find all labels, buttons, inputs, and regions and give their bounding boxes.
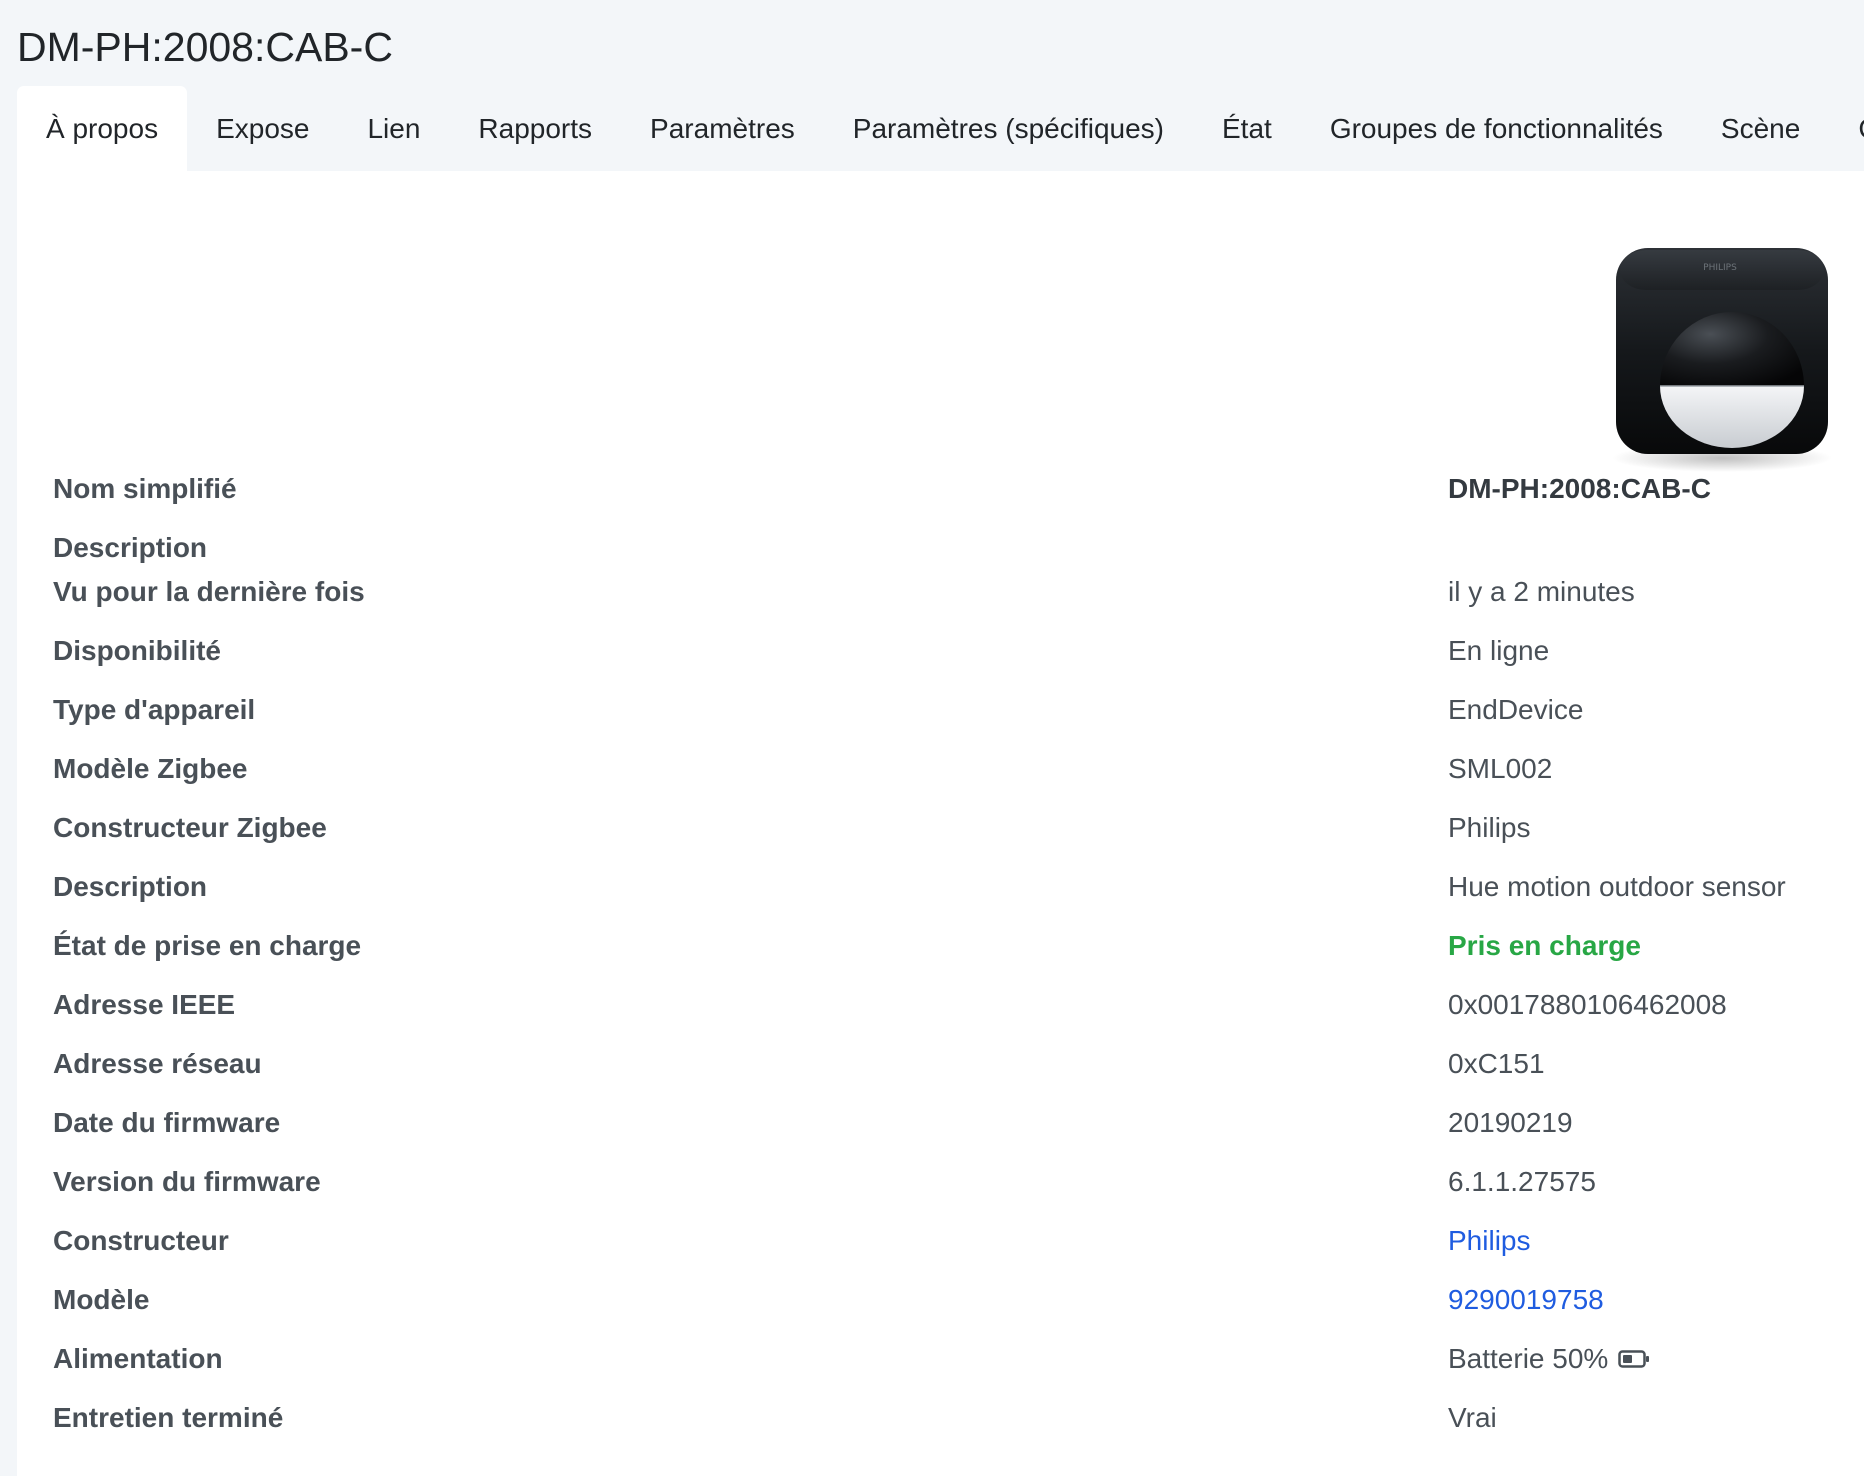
detail-label: Version du firmware: [53, 1166, 321, 1197]
detail-label: Modèle: [53, 1284, 150, 1315]
detail-row-nom-simplifie: Nom simplifié DM-PH:2008:CAB-C: [53, 469, 1853, 509]
detail-label: Modèle Zigbee: [53, 753, 248, 784]
detail-row-adresse-ieee: Adresse IEEE 0x0017880106462008: [53, 985, 1853, 1025]
tab-etat[interactable]: État: [1193, 86, 1301, 171]
tab-overflow-partial[interactable]: C: [1829, 86, 1864, 171]
detail-value: 0x0017880106462008: [1448, 989, 1727, 1020]
detail-row-alimentation: Alimentation Batterie 50%: [53, 1339, 1853, 1379]
detail-value: SML002: [1448, 753, 1553, 784]
detail-value: 6.1.1.27575: [1448, 1166, 1596, 1197]
tab-rapports[interactable]: Rapports: [449, 86, 621, 171]
detail-row-constructeur-zigbee: Constructeur Zigbee Philips: [53, 808, 1853, 848]
model-link[interactable]: 9290019758: [1448, 1280, 1604, 1320]
detail-label: Nom simplifié: [53, 473, 237, 504]
detail-label: Date du firmware: [53, 1107, 281, 1138]
detail-value: Vrai: [1448, 1402, 1497, 1433]
detail-row-modele: Modèle 9290019758: [53, 1280, 1853, 1320]
tab-expose[interactable]: Expose: [187, 86, 338, 171]
tab-bar: À propos Expose Lien Rapports Paramètres…: [17, 86, 1864, 171]
vendor-link[interactable]: Philips: [1448, 1221, 1530, 1261]
detail-label: Description: [53, 871, 208, 902]
page-title: DM-PH:2008:CAB-C: [17, 24, 393, 70]
detail-value: Philips: [1448, 812, 1531, 843]
detail-value: 20190219: [1448, 1107, 1573, 1138]
detail-row-description: Description: [53, 528, 1853, 568]
detail-value: il y a 2 minutes: [1448, 576, 1635, 607]
detail-value: Hue motion outdoor sensor: [1448, 871, 1786, 902]
device-info-panel: PHILIPS Nom simplifié DM-PH:2008:CAB-C D…: [17, 171, 1864, 1476]
detail-row-version-firmware: Version du firmware 6.1.1.27575: [53, 1162, 1853, 1202]
detail-label: Disponibilité: [53, 635, 221, 666]
detail-label: Vu pour la dernière fois: [53, 576, 365, 607]
detail-value: DM-PH:2008:CAB-C: [1448, 473, 1711, 504]
battery-half-icon: [1618, 1349, 1650, 1368]
device-image: PHILIPS: [1602, 226, 1842, 476]
detail-label: Constructeur: [53, 1225, 229, 1256]
detail-row-modele-zigbee: Modèle Zigbee SML002: [53, 749, 1853, 789]
detail-label: Constructeur Zigbee: [53, 812, 327, 843]
support-status-value: Pris en charge: [1448, 930, 1641, 961]
detail-row-entretien-termine: Entretien terminé Vrai: [53, 1398, 1853, 1438]
detail-label: Adresse IEEE: [53, 989, 236, 1020]
brand-logo-text: PHILIPS: [1703, 263, 1737, 273]
detail-row-date-firmware: Date du firmware 20190219: [53, 1103, 1853, 1143]
detail-row-constructeur: Constructeur Philips: [53, 1221, 1853, 1261]
detail-row-type-appareil: Type d'appareil EndDevice: [53, 690, 1853, 730]
tab-parametres[interactable]: Paramètres: [621, 86, 824, 171]
detail-label: Entretien terminé: [53, 1402, 284, 1433]
detail-label: Type d'appareil: [53, 694, 256, 725]
detail-row-description-modele: Description Hue motion outdoor sensor: [53, 867, 1853, 907]
detail-label: Adresse réseau: [53, 1048, 262, 1079]
detail-row-vu-pour-la-derniere-fois: Vu pour la dernière fois il y a 2 minute…: [53, 572, 1853, 612]
tab-lien[interactable]: Lien: [338, 86, 449, 171]
tab-groupes-de-fonctionnalites[interactable]: Groupes de fonctionnalités: [1301, 86, 1692, 171]
detail-label: État de prise en charge: [53, 930, 362, 961]
detail-value: En ligne: [1448, 635, 1550, 666]
power-source-text: Batterie 50%: [1448, 1343, 1609, 1374]
detail-label: Alimentation: [53, 1343, 223, 1374]
detail-row-disponibilite: Disponibilité En ligne: [53, 631, 1853, 671]
tab-parametres-specifiques[interactable]: Paramètres (spécifiques): [824, 86, 1193, 171]
motion-sensor-icon: PHILIPS: [1612, 248, 1832, 472]
detail-row-etat-prise-en-charge: État de prise en charge Pris en charge: [53, 926, 1853, 966]
tab-a-propos[interactable]: À propos: [17, 86, 188, 171]
detail-value: EndDevice: [1448, 694, 1584, 725]
power-value: Batterie 50%: [1448, 1339, 1650, 1379]
detail-label: Description: [53, 532, 208, 563]
detail-row-adresse-reseau: Adresse réseau 0xC151: [53, 1044, 1853, 1084]
detail-value: 0xC151: [1448, 1048, 1545, 1079]
tab-scene[interactable]: Scène: [1692, 86, 1829, 171]
